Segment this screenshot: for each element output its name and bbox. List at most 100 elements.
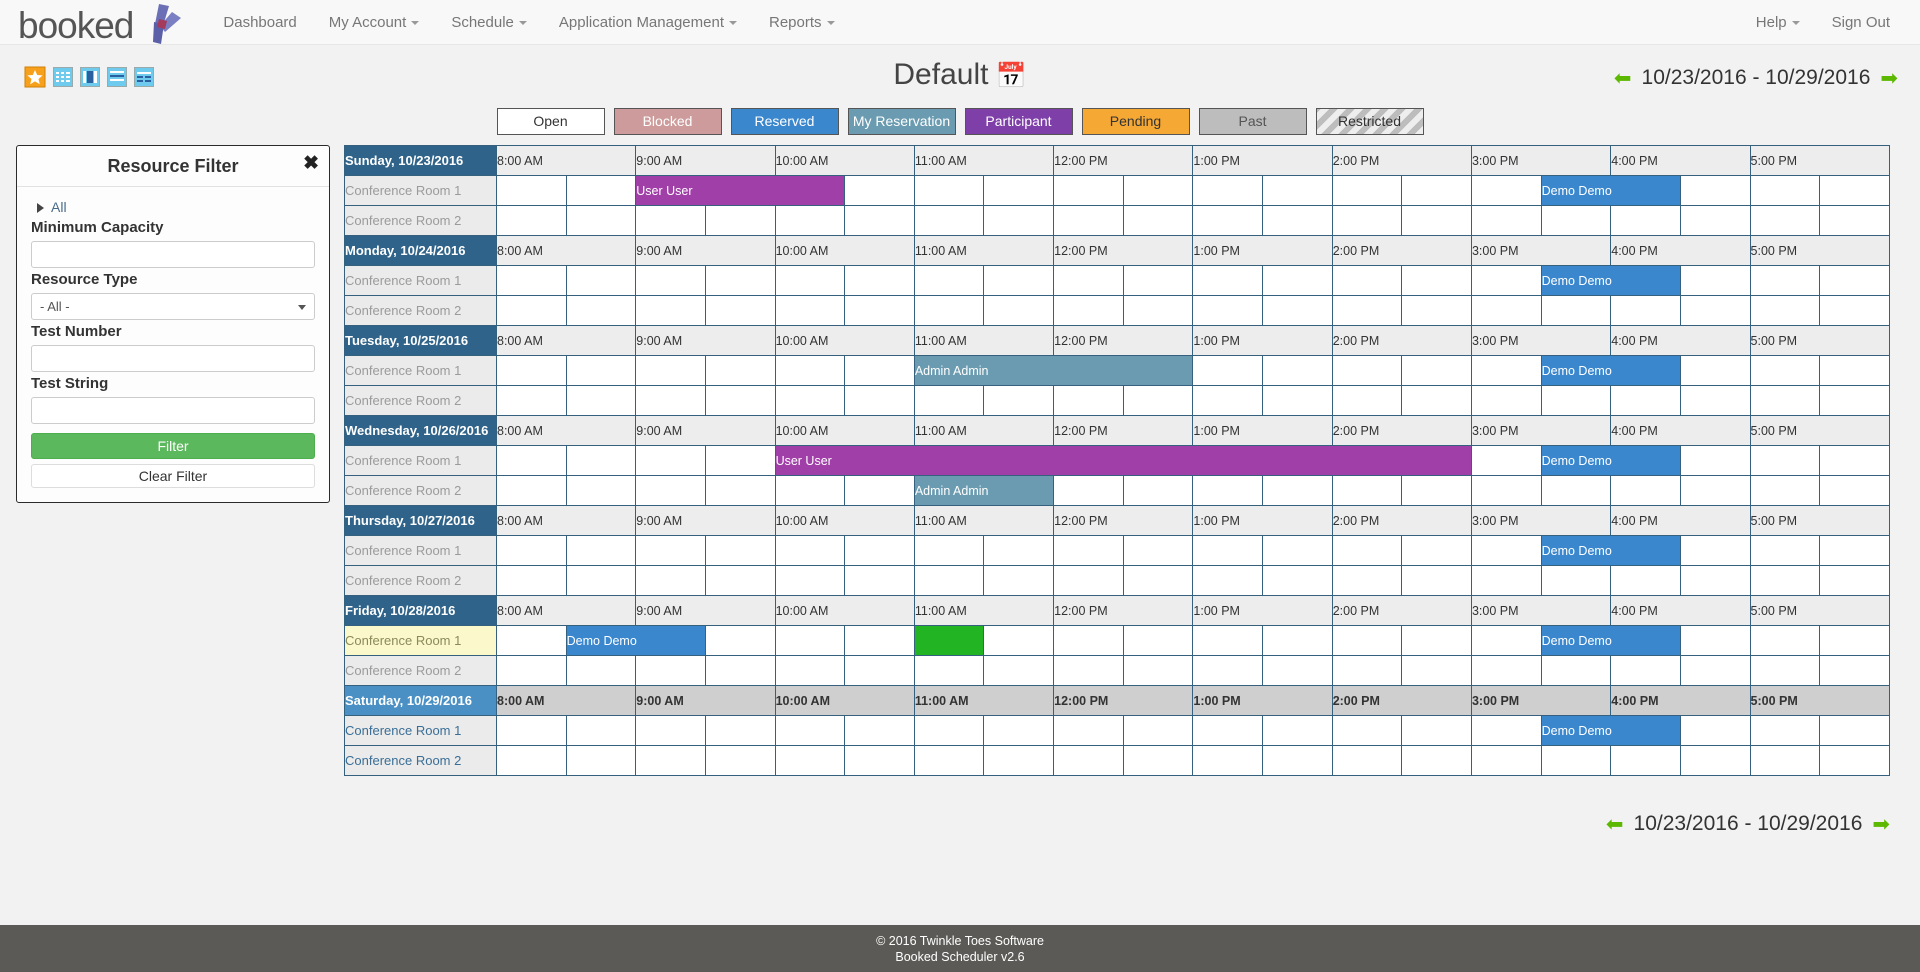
schedule-open-slot[interactable]	[1401, 475, 1472, 506]
schedule-open-slot[interactable]	[844, 715, 915, 746]
schedule-resource-label[interactable]: Conference Room 2	[344, 565, 497, 596]
schedule-open-slot[interactable]	[1192, 535, 1264, 566]
schedule-open-slot[interactable]	[913, 265, 985, 296]
schedule-open-slot[interactable]	[1679, 535, 1751, 566]
schedule-resource-label[interactable]: Conference Room 2	[344, 655, 497, 686]
schedule-open-slot[interactable]	[496, 445, 567, 476]
schedule-open-slot[interactable]	[1401, 205, 1472, 236]
schedule-open-slot[interactable]	[774, 355, 846, 386]
schedule-open-slot[interactable]	[844, 625, 915, 656]
schedule-open-slot[interactable]	[1192, 205, 1264, 236]
schedule-open-slot[interactable]	[1540, 385, 1612, 416]
legend-button-restricted[interactable]: Restricted	[1315, 108, 1424, 135]
schedule-open-slot[interactable]	[565, 295, 637, 326]
schedule-open-slot[interactable]	[1470, 535, 1542, 566]
schedule-resource-label[interactable]: Conference Room 1	[344, 715, 497, 746]
schedule-open-slot[interactable]	[496, 355, 567, 386]
schedule-open-slot[interactable]	[913, 385, 985, 416]
schedule-resource-label[interactable]: Conference Room 1	[344, 355, 497, 386]
legend-button-participant[interactable]: Participant	[964, 108, 1073, 135]
legend-button-blocked[interactable]: Blocked	[613, 108, 722, 135]
schedule-open-slot[interactable]	[1331, 655, 1403, 686]
schedule-open-slot[interactable]	[1331, 385, 1403, 416]
schedule-reservation-block[interactable]: Admin Admin	[913, 355, 1194, 386]
schedule-open-slot[interactable]	[913, 715, 985, 746]
schedule-open-slot[interactable]	[565, 745, 637, 776]
test-number-input[interactable]	[31, 345, 315, 372]
schedule-open-slot[interactable]	[704, 655, 776, 686]
schedule-open-slot[interactable]	[704, 745, 776, 776]
nav-item-help[interactable]: Help	[1740, 0, 1816, 45]
schedule-resource-label[interactable]: Conference Room 1	[344, 535, 497, 566]
schedule-open-slot[interactable]	[1401, 385, 1472, 416]
schedule-open-slot[interactable]	[1331, 745, 1403, 776]
schedule-open-slot[interactable]	[496, 265, 567, 296]
schedule-open-slot[interactable]	[1819, 655, 1890, 686]
resource-tree-all-toggle[interactable]: All	[37, 199, 315, 215]
schedule-open-slot[interactable]	[704, 715, 776, 746]
schedule-open-slot[interactable]	[1610, 565, 1681, 596]
schedule-open-slot[interactable]	[1540, 655, 1612, 686]
schedule-open-slot[interactable]	[774, 655, 846, 686]
schedule-open-slot[interactable]	[1401, 745, 1472, 776]
schedule-open-slot[interactable]	[1679, 475, 1751, 506]
schedule-open-slot[interactable]	[704, 295, 776, 326]
nav-item-application-management[interactable]: Application Management	[543, 0, 753, 45]
schedule-open-slot[interactable]	[1819, 445, 1890, 476]
schedule-open-slot[interactable]	[1262, 475, 1333, 506]
schedule-open-slot[interactable]	[1122, 745, 1194, 776]
schedule-reservation-block[interactable]: Demo Demo	[1540, 535, 1681, 566]
schedule-open-slot[interactable]	[1540, 205, 1612, 236]
schedule-open-slot[interactable]	[1262, 355, 1333, 386]
schedule-open-slot[interactable]	[983, 535, 1055, 566]
schedule-open-slot[interactable]	[1053, 625, 1124, 656]
nav-item-reports[interactable]: Reports	[753, 0, 851, 45]
schedule-open-slot[interactable]	[1540, 745, 1612, 776]
schedule-open-slot[interactable]	[565, 565, 637, 596]
schedule-open-slot[interactable]	[1679, 205, 1751, 236]
schedule-open-slot[interactable]	[1122, 205, 1194, 236]
schedule-open-slot[interactable]	[774, 745, 846, 776]
schedule-open-slot[interactable]	[1470, 295, 1542, 326]
schedule-open-slot[interactable]	[704, 205, 776, 236]
schedule-open-slot[interactable]	[1331, 175, 1403, 206]
schedule-open-slot[interactable]	[1053, 385, 1124, 416]
schedule-open-slot[interactable]	[774, 715, 846, 746]
legend-button-past[interactable]: Past	[1198, 108, 1307, 135]
schedule-open-slot[interactable]	[774, 385, 846, 416]
schedule-open-slot[interactable]	[1122, 655, 1194, 686]
schedule-open-slot[interactable]	[1053, 175, 1124, 206]
schedule-reservation-block[interactable]: User User	[635, 175, 846, 206]
schedule-open-slot[interactable]	[844, 295, 915, 326]
schedule-open-slot[interactable]	[704, 265, 776, 296]
schedule-open-slot[interactable]	[1679, 565, 1751, 596]
schedule-open-slot[interactable]	[496, 565, 567, 596]
schedule-open-slot[interactable]	[774, 625, 846, 656]
schedule-open-slot[interactable]	[1679, 175, 1751, 206]
schedule-open-slot[interactable]	[1262, 565, 1333, 596]
schedule-open-slot[interactable]	[1262, 745, 1333, 776]
schedule-resource-label[interactable]: Conference Room 1	[344, 445, 497, 476]
schedule-open-slot[interactable]	[1819, 715, 1890, 746]
nav-item-my-account[interactable]: My Account	[313, 0, 436, 45]
schedule-open-slot[interactable]	[1679, 445, 1751, 476]
schedule-open-slot[interactable]	[1749, 175, 1821, 206]
schedule-open-slot[interactable]	[1401, 265, 1472, 296]
schedule-open-slot[interactable]	[1192, 625, 1264, 656]
schedule-open-slot[interactable]	[1262, 295, 1333, 326]
schedule-open-slot[interactable]	[704, 385, 776, 416]
schedule-open-slot[interactable]	[1262, 535, 1333, 566]
nav-item-sign-out[interactable]: Sign Out	[1816, 0, 1906, 45]
schedule-open-slot[interactable]	[1331, 295, 1403, 326]
schedule-reservation-block[interactable]: Demo Demo	[1540, 175, 1681, 206]
close-icon[interactable]: ✖	[303, 154, 319, 173]
schedule-open-slot[interactable]	[1470, 385, 1542, 416]
schedule-open-slot[interactable]	[1819, 295, 1890, 326]
schedule-open-slot[interactable]	[635, 715, 706, 746]
schedule-open-slot[interactable]	[913, 295, 985, 326]
schedule-open-slot[interactable]	[704, 445, 776, 476]
schedule-open-slot[interactable]	[913, 745, 985, 776]
schedule-open-slot[interactable]	[1053, 295, 1124, 326]
schedule-open-slot[interactable]	[1192, 385, 1264, 416]
previous-week-arrow-icon[interactable]: ⬅	[1606, 814, 1624, 835]
